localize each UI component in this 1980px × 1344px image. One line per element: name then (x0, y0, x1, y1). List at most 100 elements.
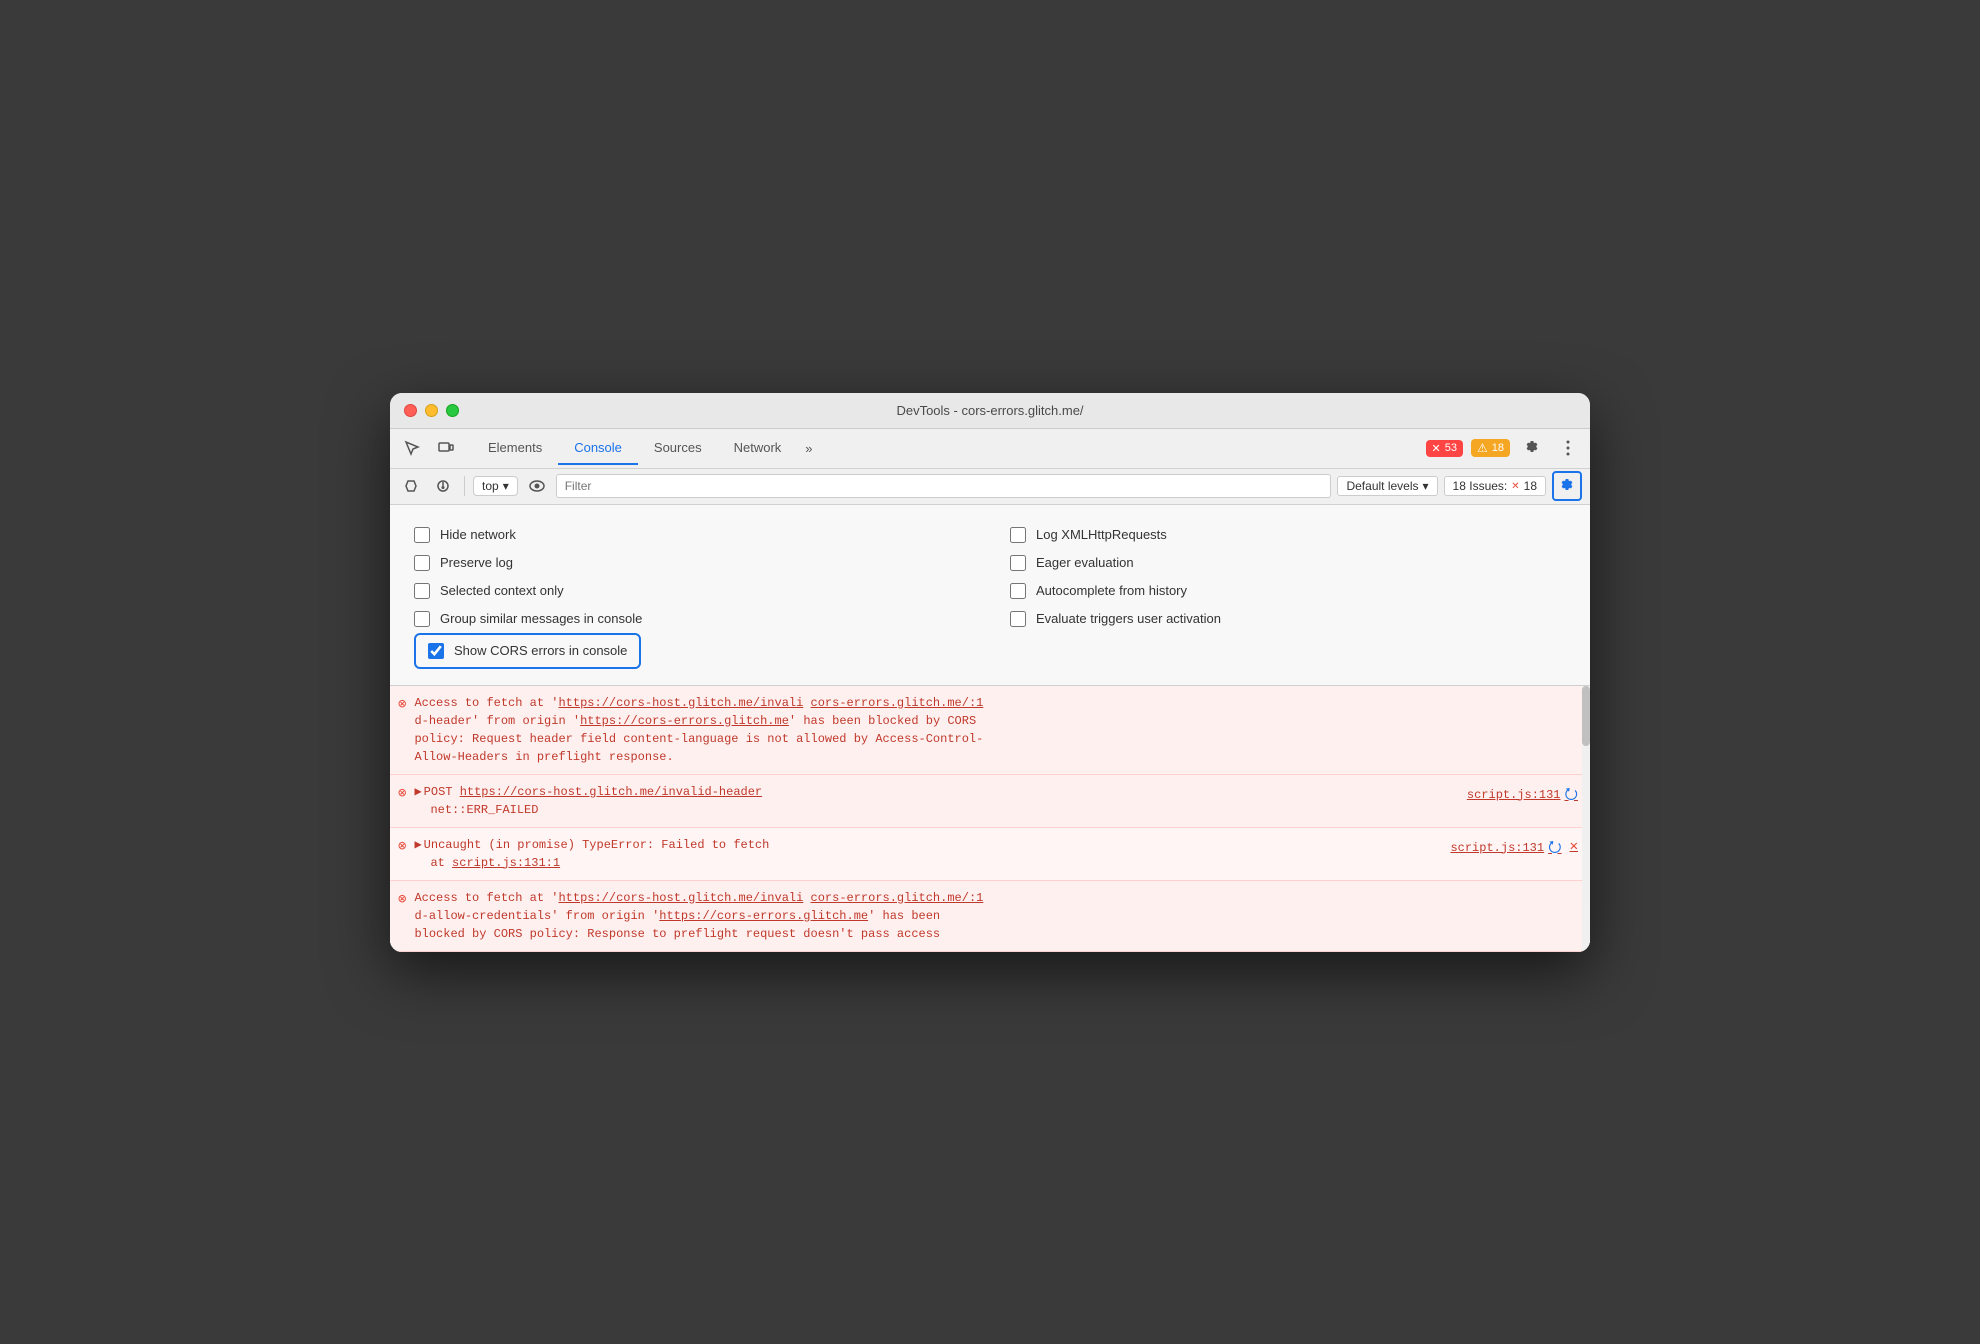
autocomplete-row: Autocomplete from history (1010, 577, 1566, 605)
cors-origin-link-4[interactable]: https://cors-errors.glitch.me (659, 909, 868, 923)
cors-errors-link-1[interactable]: cors-errors.glitch.me/:1 (811, 696, 984, 710)
log-xmlhttp-label: Log XMLHttpRequests (1036, 527, 1167, 542)
script-link-3[interactable]: script.js:131 (1450, 839, 1544, 857)
window-title: DevTools - cors-errors.glitch.me/ (896, 403, 1083, 418)
preserve-log-row: Preserve log (414, 549, 970, 577)
cors-host-link-4[interactable]: https://cors-host.glitch.me/invali (558, 891, 803, 905)
error-icon-4: ⊗ (398, 890, 406, 911)
group-similar-row: Group similar messages in console (414, 605, 970, 633)
cors-errors-label: Show CORS errors in console (454, 643, 627, 658)
error-source-2: script.js:131 ⭮ (1467, 783, 1578, 807)
error-row-4: ⊗ Access to fetch at 'https://cors-host.… (390, 881, 1590, 952)
log-xmlhttp-checkbox[interactable] (1010, 527, 1026, 543)
tab-more-button[interactable]: » (797, 437, 820, 460)
error-text-4: Access to fetch at 'https://cors-host.gl… (414, 889, 1578, 943)
evaluate-triggers-checkbox[interactable] (1010, 611, 1026, 627)
more-options-button[interactable] (1554, 434, 1582, 462)
devtools-body: Elements Console Sources Network » ✕ 53 … (390, 429, 1590, 952)
eager-eval-label: Eager evaluation (1036, 555, 1134, 570)
autocomplete-checkbox[interactable] (1010, 583, 1026, 599)
traffic-lights (404, 404, 459, 417)
preserve-log-label: Preserve log (440, 555, 513, 570)
eye-button[interactable] (524, 473, 550, 499)
cors-errors-link-4[interactable]: cors-errors.glitch.me/:1 (811, 891, 984, 905)
evaluate-triggers-row: Evaluate triggers user activation (1010, 605, 1566, 633)
error-text-2: ▶POST https://cors-host.glitch.me/invali… (414, 783, 1466, 819)
script-link-2[interactable]: script.js:131 (1467, 786, 1561, 804)
expand-arrow-2[interactable]: ▶ (414, 785, 421, 799)
inspect-element-button[interactable] (398, 434, 426, 462)
tab-right-controls: ✕ 53 ⚠ 18 (1426, 434, 1582, 462)
log-xmlhttp-row: Log XMLHttpRequests (1010, 521, 1566, 549)
error-icon-2: ⊗ (398, 784, 406, 805)
cors-origin-link-1[interactable]: https://cors-errors.glitch.me (580, 714, 789, 728)
error-text-3: ▶Uncaught (in promise) TypeError: Failed… (414, 836, 1450, 872)
context-selector[interactable]: top ▾ (473, 476, 518, 496)
hide-network-label: Hide network (440, 527, 516, 542)
warning-count-badge: ⚠ 18 (1471, 439, 1510, 457)
error-icon-3: ⊗ (398, 837, 406, 858)
settings-panel: Hide network Preserve log Selected conte… (390, 505, 1590, 686)
preserve-log-checkbox[interactable] (414, 555, 430, 571)
expand-arrow-3[interactable]: ▶ (414, 838, 421, 852)
group-similar-label: Group similar messages in console (440, 611, 642, 626)
tab-network[interactable]: Network (718, 432, 798, 465)
hide-network-checkbox[interactable] (414, 527, 430, 543)
context-dropdown-icon: ▾ (503, 479, 509, 493)
tab-console[interactable]: Console (558, 432, 638, 465)
console-settings-button[interactable] (1552, 471, 1582, 501)
levels-dropdown[interactable]: Default levels ▾ (1337, 476, 1437, 496)
close-button[interactable] (404, 404, 417, 417)
error-row-1: ⊗ Access to fetch at 'https://cors-host.… (390, 686, 1590, 775)
error-icon-1: ⊗ (398, 695, 406, 716)
context-label: top (482, 479, 499, 493)
device-toolbar-button[interactable] (432, 434, 460, 462)
issues-count: 18 (1524, 479, 1537, 493)
issues-prefix: 18 Issues: (1453, 479, 1508, 493)
error-count: 53 (1445, 442, 1457, 454)
upload-icon-3[interactable]: ⭮ (1548, 836, 1561, 860)
filter-button[interactable] (430, 473, 456, 499)
script-link-3-sub[interactable]: script.js:131:1 (452, 856, 560, 870)
warning-icon: ⚠ (1477, 441, 1488, 455)
settings-left: Hide network Preserve log Selected conte… (414, 521, 970, 669)
maximize-button[interactable] (446, 404, 459, 417)
tabs: Elements Console Sources Network » (472, 432, 1426, 465)
cors-host-link-1[interactable]: https://cors-host.glitch.me/invali (558, 696, 803, 710)
levels-dropdown-icon: ▾ (1423, 479, 1429, 493)
cors-errors-checkbox[interactable] (428, 643, 444, 659)
minimize-button[interactable] (425, 404, 438, 417)
issues-error-icon: ✕ (1511, 481, 1519, 492)
error-row-3: ⊗ ▶Uncaught (in promise) TypeError: Fail… (390, 828, 1590, 881)
tab-sources[interactable]: Sources (638, 432, 718, 465)
levels-label: Default levels (1346, 479, 1418, 493)
autocomplete-label: Autocomplete from history (1036, 583, 1187, 598)
settings-button[interactable] (1518, 434, 1546, 462)
upload-icon-2[interactable]: ⭮ (1565, 783, 1578, 807)
devtools-window: DevTools - cors-errors.glitch.me/ E (390, 393, 1590, 952)
error-count-badge: ✕ 53 (1426, 440, 1463, 457)
group-similar-checkbox[interactable] (414, 611, 430, 627)
scrollbar-thumb[interactable] (1582, 686, 1590, 746)
cors-errors-row: Show CORS errors in console (414, 633, 641, 669)
eager-eval-checkbox[interactable] (1010, 555, 1026, 571)
clear-console-button[interactable] (398, 473, 424, 499)
error-text-1: Access to fetch at 'https://cors-host.gl… (414, 694, 1578, 766)
console-content: ⊗ Access to fetch at 'https://cors-host.… (390, 686, 1590, 952)
selected-context-label: Selected context only (440, 583, 564, 598)
hide-network-row: Hide network (414, 521, 970, 549)
error-row-2: ⊗ ▶POST https://cors-host.glitch.me/inva… (390, 775, 1590, 828)
tab-elements[interactable]: Elements (472, 432, 558, 465)
toolbar-separator-1 (464, 476, 465, 496)
scrollbar-track (1582, 686, 1590, 952)
tab-bar: Elements Console Sources Network » ✕ 53 … (390, 429, 1590, 469)
console-toolbar: top ▾ Default levels ▾ 18 Issues: ✕ 18 (390, 469, 1590, 505)
selected-context-checkbox[interactable] (414, 583, 430, 599)
selected-context-row: Selected context only (414, 577, 970, 605)
evaluate-triggers-label: Evaluate triggers user activation (1036, 611, 1221, 626)
dismiss-icon-3[interactable]: ✕ (1570, 837, 1578, 858)
eager-eval-row: Eager evaluation (1010, 549, 1566, 577)
post-link[interactable]: https://cors-host.glitch.me/invalid-head… (460, 785, 762, 799)
filter-input[interactable] (556, 474, 1332, 498)
titlebar: DevTools - cors-errors.glitch.me/ (390, 393, 1590, 429)
